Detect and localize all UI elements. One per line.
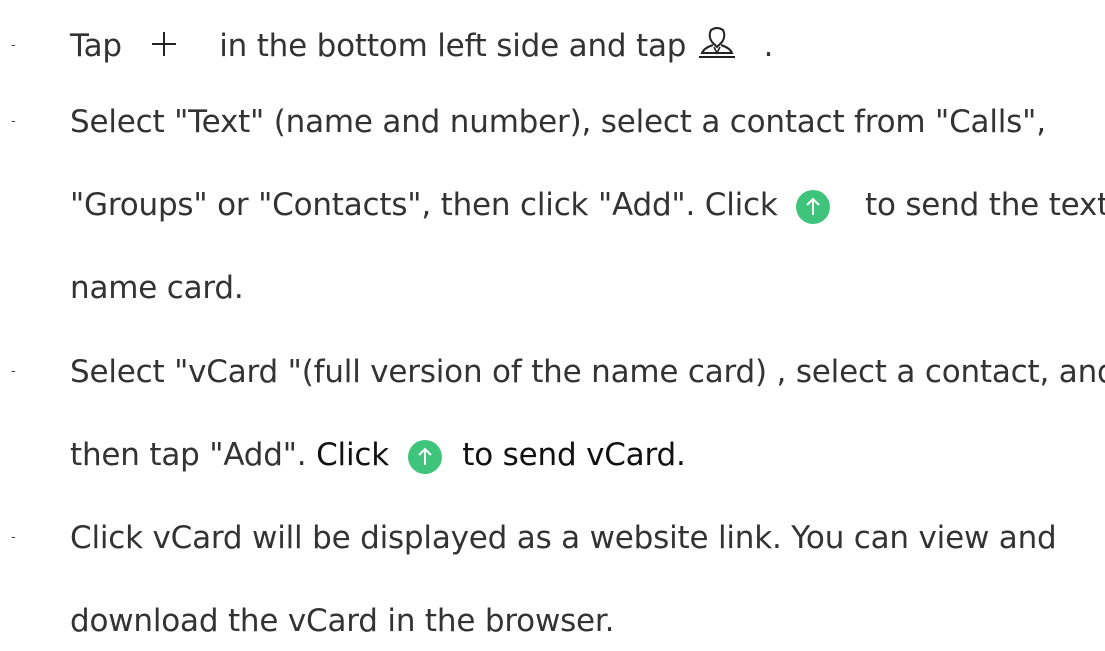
arrow-up-circle-icon: [795, 189, 831, 225]
bullet-marker: -: [11, 114, 16, 129]
instruction-text: Click vCard will be displayed as a websi…: [70, 520, 1057, 556]
instruction-text: Tap in the bottom left side and tap .: [70, 16, 773, 76]
instruction-text-segment: "Groups" or "Contacts", then click "Add"…: [70, 187, 778, 223]
bullet-marker: -: [11, 364, 16, 379]
instruction-text: "Groups" or "Contacts", then click "Add"…: [70, 175, 1105, 235]
bullet-marker: -: [11, 38, 16, 53]
bullet-marker: -: [11, 530, 16, 545]
instruction-text-segment: to send the text: [864, 187, 1105, 223]
instruction-text-segment: Tap: [70, 28, 122, 64]
instruction-text: Select "Text" (name and number), select …: [70, 104, 1046, 140]
person-icon: [696, 26, 738, 70]
arrow-up-circle-icon: [407, 439, 443, 475]
instruction-text: Select "vCard "(full version of the name…: [70, 354, 1105, 390]
instruction-text-segment: .: [763, 28, 774, 64]
instruction-text: download the vCard in the browser.: [70, 603, 615, 639]
plus-icon: [136, 28, 192, 68]
instruction-text: name card.: [70, 270, 244, 306]
instruction-text: then tap "Add". Click to send vCard.: [70, 425, 686, 485]
instruction-text-segment: then tap "Add".: [70, 437, 307, 473]
instruction-text-segment: Click: [316, 437, 389, 473]
instruction-text-segment: to send vCard.: [462, 437, 686, 473]
instruction-text-segment: in the bottom left side and tap: [219, 28, 687, 64]
